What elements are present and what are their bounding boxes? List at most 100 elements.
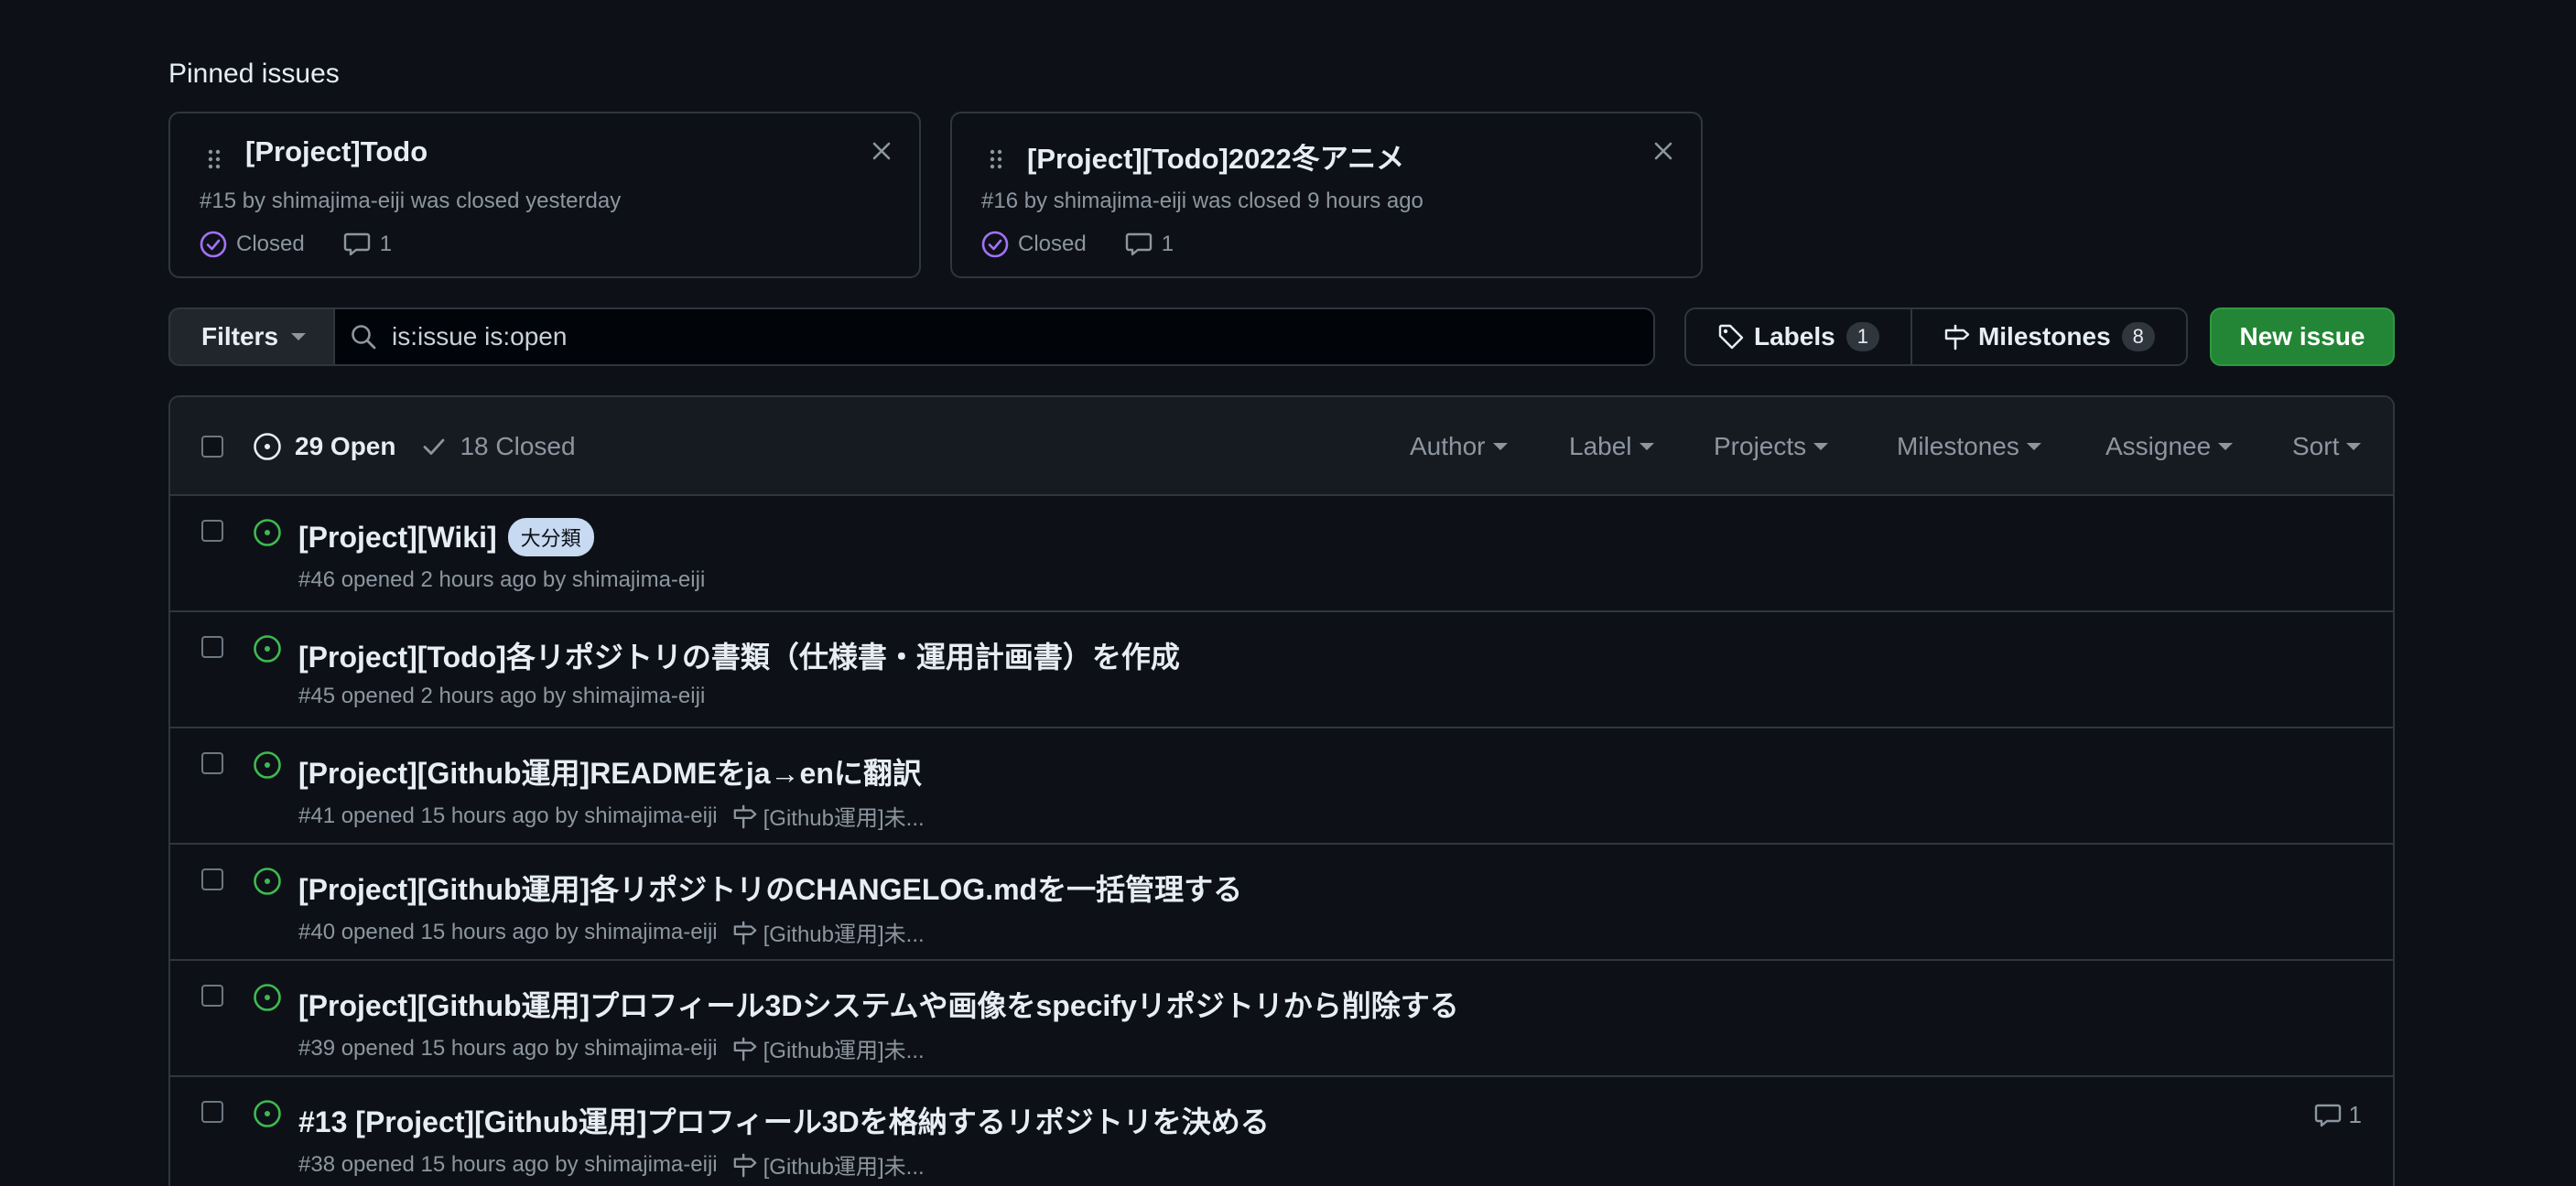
pinned-issue-meta: #16 by shimajima-eiji was closed 9 hours…: [981, 189, 1423, 213]
search-icon: [350, 323, 377, 350]
milestone-icon: [732, 920, 758, 945]
issue-label[interactable]: 大分類: [507, 518, 594, 556]
check-circle-icon: [981, 231, 1009, 258]
state-tabs: 29 Open 18 Closed: [253, 432, 576, 461]
assignee-filter[interactable]: Assignee: [2105, 432, 2234, 461]
pinned-card[interactable]: [Project][Todo]2022冬アニメ #16 by shimajima…: [950, 112, 1703, 278]
issue-meta: #40 opened 15 hours ago by shimajima-eij…: [298, 919, 718, 944]
issue-opened-icon: [253, 983, 282, 1012]
milestones-button[interactable]: Milestones 8: [1910, 309, 2186, 364]
chevron-down-icon: [2026, 443, 2041, 450]
assignee-filter-label: Assignee: [2105, 432, 2212, 460]
x-icon[interactable]: [1653, 141, 1673, 161]
select-all-checkbox[interactable]: [201, 436, 223, 458]
closed-issues-tab[interactable]: 18 Closed: [421, 432, 576, 461]
projects-filter[interactable]: Projects: [1714, 432, 1829, 461]
milestone-icon: [732, 803, 758, 829]
author-filter[interactable]: Author: [1410, 432, 1508, 461]
milestones-count: 8: [2121, 322, 2155, 351]
milestone-label: [Github運用]未...: [763, 1039, 925, 1063]
issue-opened-icon: [253, 750, 282, 780]
issue-opened-icon: [253, 867, 282, 896]
issue-row[interactable]: [Project][Todo]各リポジトリの書類（仕様書・運用計画書）を作成 #…: [170, 612, 2393, 728]
comments-count[interactable]: 1: [2314, 1101, 2362, 1129]
milestone-icon: [732, 1152, 758, 1178]
chevron-down-icon: [2218, 443, 2234, 450]
issue-opened-icon: [253, 432, 282, 461]
issues-list: 29 Open 18 Closed Author Label Projects …: [168, 395, 2395, 1186]
issue-checkbox[interactable]: [201, 752, 223, 774]
label-filter[interactable]: Label: [1569, 432, 1654, 461]
chevron-down-icon: [291, 333, 307, 340]
comments-count[interactable]: 1: [1125, 232, 1174, 257]
status-label: Closed: [236, 232, 305, 256]
issue-opened-icon: [253, 1099, 282, 1128]
labels-milestones-group: Labels 1 Milestones 8: [1684, 307, 2188, 366]
pinned-issues-heading: Pinned issues: [168, 59, 340, 89]
issue-title[interactable]: #13 [Project][Github運用]プロフィール3Dを格納するリポジト…: [298, 1099, 1270, 1141]
labels-button[interactable]: Labels 1: [1686, 309, 1910, 364]
new-issue-button[interactable]: New issue: [2210, 307, 2395, 366]
comments-count[interactable]: 1: [343, 232, 392, 257]
issue-milestone[interactable]: [Github運用]未...: [732, 916, 925, 948]
comments-number: 1: [2348, 1101, 2362, 1128]
issue-row[interactable]: #13 [Project][Github運用]プロフィール3Dを格納するリポジト…: [170, 1077, 2393, 1186]
issue-checkbox[interactable]: [201, 520, 223, 542]
search-input[interactable]: [392, 322, 1582, 351]
tag-icon: [1717, 323, 1745, 350]
issue-checkbox[interactable]: [201, 636, 223, 658]
milestone-label: [Github運用]未...: [763, 922, 925, 947]
issue-milestone[interactable]: [Github運用]未...: [732, 800, 925, 832]
pinned-card[interactable]: [Project]Todo #15 by shimajima-eiji was …: [168, 112, 921, 278]
issue-row[interactable]: [Project][Github運用]各リポジトリのCHANGELOG.mdを一…: [170, 845, 2393, 961]
filters-button[interactable]: Filters: [168, 307, 333, 366]
issue-checkbox[interactable]: [201, 868, 223, 890]
pinned-issue-meta: #15 by shimajima-eiji was closed yesterd…: [200, 189, 622, 213]
comment-icon: [1125, 232, 1153, 257]
sort-filter[interactable]: Sort: [2292, 432, 2362, 461]
issue-title[interactable]: [Project][Wiki]: [298, 521, 497, 555]
open-issues-tab[interactable]: 29 Open: [253, 432, 395, 461]
chevron-down-icon: [2346, 443, 2362, 450]
issue-title[interactable]: [Project][Github運用]各リポジトリのCHANGELOG.mdを一…: [298, 867, 1242, 909]
author-filter-label: Author: [1410, 432, 1486, 460]
closed-count-label: 18 Closed: [460, 432, 576, 460]
milestones-filter[interactable]: Milestones: [1897, 432, 2041, 461]
issue-milestone[interactable]: [Github運用]未...: [732, 1032, 925, 1064]
issue-row[interactable]: [Project][Github運用]プロフィール3Dシステムや画像をspeci…: [170, 961, 2393, 1077]
issue-row[interactable]: [Project][Github運用]READMEをja→enに翻訳 #41 o…: [170, 728, 2393, 845]
issue-row[interactable]: [Project][Wiki] 大分類 #46 opened 2 hours a…: [170, 496, 2393, 612]
issue-meta: #39 opened 15 hours ago by shimajima-eij…: [298, 1035, 718, 1061]
issue-checkbox[interactable]: [201, 1101, 223, 1123]
status-label: Closed: [1018, 232, 1087, 256]
milestone-label: [Github運用]未...: [763, 1155, 925, 1180]
check-icon: [421, 434, 447, 459]
issue-title[interactable]: [Project][Todo]各リポジトリの書類（仕様書・運用計画書）を作成: [298, 634, 1180, 676]
pinned-issue-status: Closed 1: [200, 231, 392, 258]
comments-number: 1: [1161, 232, 1174, 256]
projects-filter-label: Projects: [1714, 432, 1807, 460]
issues-list-header: 29 Open 18 Closed Author Label Projects …: [170, 397, 2393, 496]
labels-label: Labels: [1754, 322, 1835, 350]
milestones-label: Milestones: [1977, 322, 2111, 350]
issue-opened-icon: [253, 634, 282, 663]
issue-title[interactable]: [Project][Github運用]プロフィール3Dシステムや画像をspeci…: [298, 983, 1459, 1025]
labels-count: 1: [1845, 322, 1879, 351]
issue-meta: #41 opened 15 hours ago by shimajima-eij…: [298, 803, 718, 828]
grabber-icon[interactable]: [989, 148, 1003, 170]
pinned-issue-title[interactable]: [Project]Todo: [245, 135, 428, 168]
open-count-label: 29 Open: [295, 432, 396, 460]
issue-milestone[interactable]: [Github運用]未...: [732, 1148, 925, 1181]
issue-meta: #45 opened 2 hours ago by shimajima-eiji: [298, 684, 706, 708]
x-icon[interactable]: [871, 141, 892, 161]
issue-title[interactable]: [Project][Github運用]READMEをja→enに翻訳: [298, 750, 922, 792]
search-field[interactable]: [333, 307, 1655, 366]
comments-number: 1: [379, 232, 393, 256]
chevron-down-icon: [1813, 443, 1829, 450]
milestone-label: [Github運用]未...: [763, 806, 925, 831]
issue-checkbox[interactable]: [201, 985, 223, 1007]
chevron-down-icon: [1492, 443, 1508, 450]
grabber-icon[interactable]: [207, 148, 222, 170]
pinned-issue-title[interactable]: [Project][Todo]2022冬アニメ: [1027, 135, 1404, 177]
milestone-icon: [732, 1036, 758, 1062]
